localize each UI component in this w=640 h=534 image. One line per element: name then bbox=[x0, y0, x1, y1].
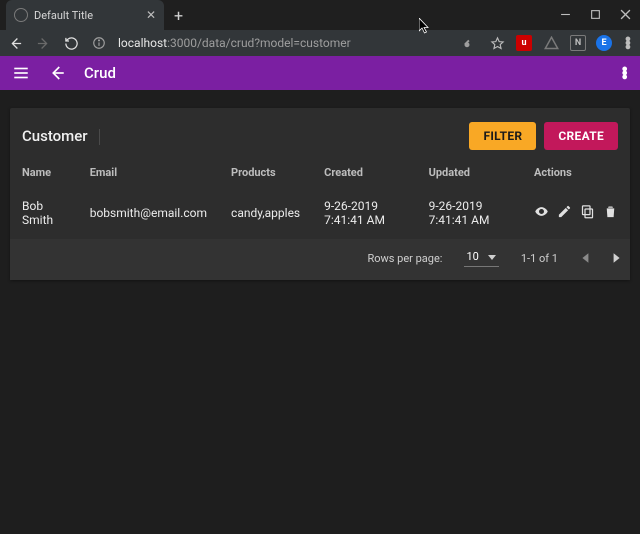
minimize-button[interactable] bbox=[550, 0, 580, 28]
url-host: localhost bbox=[118, 36, 167, 50]
tab-title: Default Title bbox=[34, 9, 140, 22]
col-products[interactable]: Products bbox=[219, 158, 312, 187]
copy-icon[interactable] bbox=[580, 204, 595, 222]
extension-icons: u N E ●●● bbox=[460, 35, 634, 51]
back-button[interactable] bbox=[6, 36, 24, 51]
window-controls bbox=[550, 0, 640, 28]
col-actions: Actions bbox=[522, 158, 630, 187]
star-icon[interactable] bbox=[488, 36, 506, 51]
url-path: :3000/data/crud?model=customer bbox=[167, 36, 351, 50]
url-field[interactable]: localhost:3000/data/crud?model=customer bbox=[118, 36, 450, 50]
extension-n-icon[interactable]: N bbox=[570, 35, 586, 51]
prev-page-button[interactable] bbox=[580, 249, 592, 268]
edit-icon[interactable] bbox=[557, 204, 572, 222]
col-name[interactable]: Name bbox=[10, 158, 78, 187]
back-icon[interactable] bbox=[48, 64, 66, 82]
cell-actions bbox=[522, 187, 630, 239]
filter-button[interactable]: FILTER bbox=[469, 122, 536, 150]
cell-email: bobsmith@email.com bbox=[78, 187, 219, 239]
reload-button[interactable] bbox=[62, 36, 80, 51]
app-bar: Crud ●●● bbox=[0, 56, 640, 90]
hamburger-icon[interactable] bbox=[12, 64, 30, 82]
new-tab-button[interactable]: + bbox=[164, 0, 193, 31]
browser-titlebar: Default Title ✕ + bbox=[0, 0, 640, 30]
rows-per-page-select[interactable]: 10 bbox=[464, 250, 498, 267]
maximize-button[interactable] bbox=[580, 0, 610, 28]
pagination-range: 1-1 of 1 bbox=[521, 252, 558, 265]
card-header: Customer FILTER CREATE bbox=[10, 108, 630, 158]
page-title: Crud bbox=[84, 64, 116, 82]
rows-per-page-value: 10 bbox=[466, 250, 478, 263]
cell-name: Bob Smith bbox=[10, 187, 78, 239]
table-header-row: Name Email Products Created Updated Acti… bbox=[10, 158, 630, 187]
table-row[interactable]: Bob Smith bobsmith@email.com candy,apple… bbox=[10, 187, 630, 239]
cell-updated: 9-26-2019 7:41:41 AM bbox=[417, 187, 522, 239]
chevron-down-icon bbox=[487, 252, 497, 262]
extension-icon[interactable] bbox=[542, 36, 560, 51]
rows-per-page-label: Rows per page: bbox=[367, 252, 442, 265]
col-email[interactable]: Email bbox=[78, 158, 219, 187]
browser-tab[interactable]: Default Title ✕ bbox=[6, 0, 164, 30]
site-info-icon[interactable] bbox=[90, 36, 108, 50]
app-menu-button[interactable]: ●●● bbox=[621, 67, 628, 79]
address-bar: localhost:3000/data/crud?model=customer … bbox=[0, 30, 640, 56]
key-icon[interactable] bbox=[460, 36, 478, 51]
ublock-icon[interactable]: u bbox=[516, 35, 532, 51]
table-card: Customer FILTER CREATE Name Email Produc… bbox=[10, 108, 630, 280]
content-area: Customer FILTER CREATE Name Email Produc… bbox=[0, 90, 640, 534]
view-icon[interactable] bbox=[534, 204, 549, 222]
col-created[interactable]: Created bbox=[312, 158, 416, 187]
card-title: Customer bbox=[22, 127, 88, 145]
globe-icon bbox=[14, 8, 28, 22]
cell-created: 9-26-2019 7:41:41 AM bbox=[312, 187, 416, 239]
window-close-button[interactable] bbox=[610, 0, 640, 28]
data-table: Name Email Products Created Updated Acti… bbox=[10, 158, 630, 239]
forward-button[interactable] bbox=[34, 36, 52, 51]
col-updated[interactable]: Updated bbox=[417, 158, 522, 187]
next-page-button[interactable] bbox=[610, 249, 622, 268]
browser-menu-button[interactable]: ●●● bbox=[622, 37, 634, 49]
tab-close-icon[interactable]: ✕ bbox=[146, 8, 156, 22]
cell-products: candy,apples bbox=[219, 187, 312, 239]
delete-icon[interactable] bbox=[603, 204, 618, 222]
profile-avatar[interactable]: E bbox=[596, 35, 612, 51]
table-footer: Rows per page: 10 1-1 of 1 bbox=[10, 239, 630, 280]
create-button[interactable]: CREATE bbox=[544, 122, 618, 150]
